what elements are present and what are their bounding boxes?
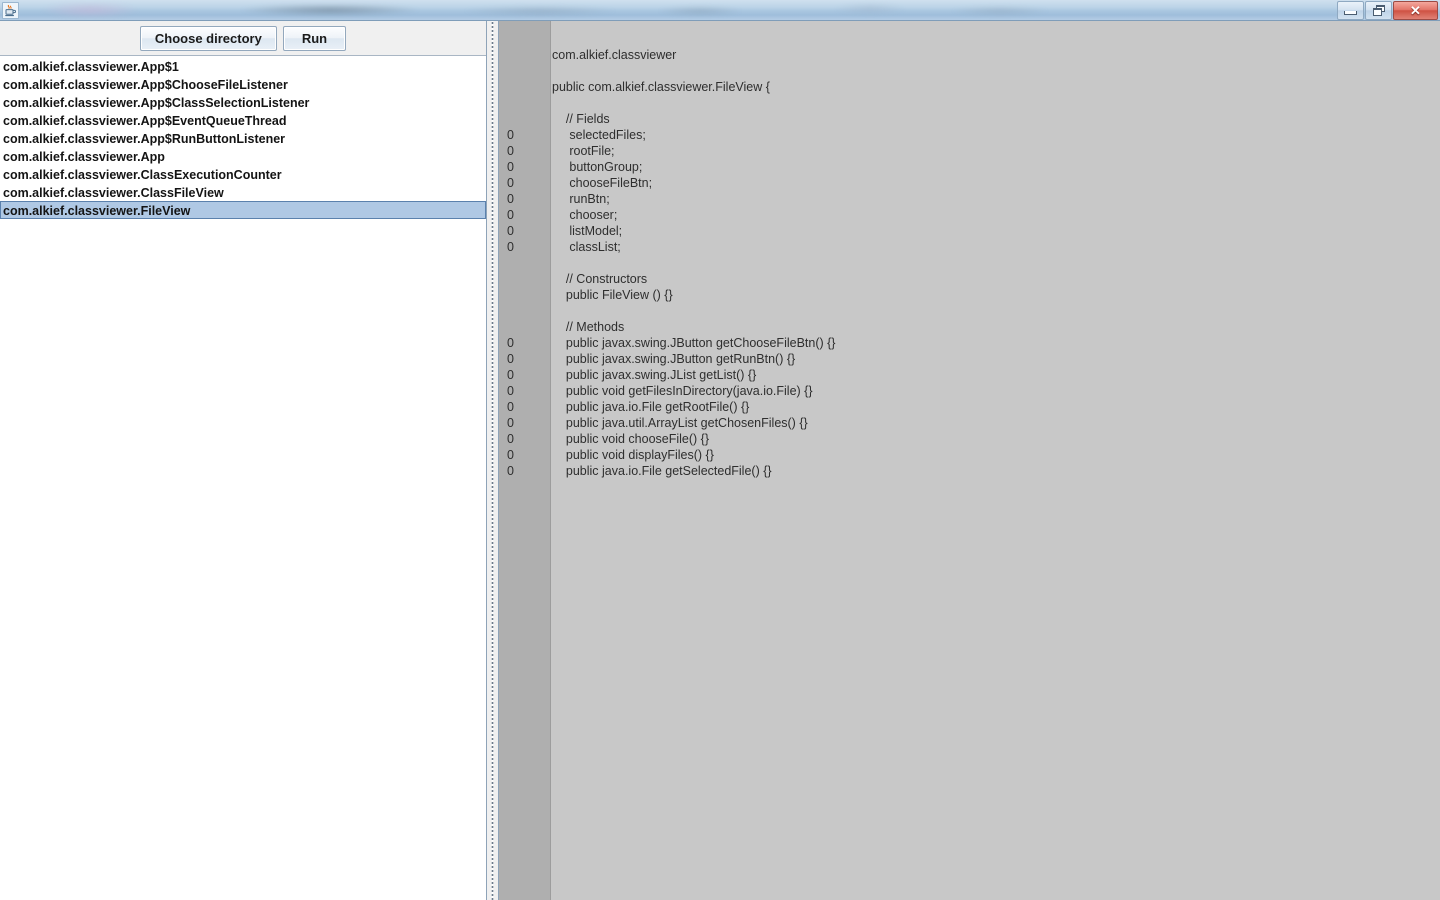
execution-count: 0 [507, 128, 514, 142]
run-button[interactable]: Run [282, 25, 347, 51]
class-list-item[interactable]: com.alkief.classviewer.ClassFileView [0, 183, 486, 201]
code-line: // Constructors [552, 272, 648, 286]
execution-count: 0 [507, 368, 514, 382]
toolbar: Choose directory Run [0, 21, 486, 56]
title-bar-glass-blur [0, 0, 1100, 20]
code-line: classList; [552, 240, 621, 254]
execution-count: 0 [507, 192, 514, 206]
execution-count: 0 [507, 160, 514, 174]
execution-count: 0 [507, 240, 514, 254]
execution-count: 0 [507, 448, 514, 462]
code-line: public void getFilesInDirectory(java.io.… [552, 384, 813, 398]
restore-button[interactable] [1365, 1, 1392, 20]
code-line: // Fields [552, 112, 610, 126]
code-line: chooseFileBtn; [552, 176, 653, 190]
code-line: listModel; [552, 224, 623, 238]
code-line: public java.io.File getSelectedFile() {} [552, 464, 772, 478]
class-list-item[interactable]: com.alkief.classviewer.FileView [0, 201, 486, 219]
execution-count: 0 [507, 400, 514, 414]
divider-grip-icon [491, 21, 494, 900]
minimize-icon [1344, 11, 1357, 15]
execution-count: 0 [507, 352, 514, 366]
class-list[interactable]: com.alkief.classviewer.App$1 com.alkief.c… [0, 57, 486, 900]
execution-count: 0 [507, 176, 514, 190]
code-line: rootFile; [552, 144, 615, 158]
execution-count: 0 [507, 144, 514, 158]
execution-count: 0 [507, 464, 514, 478]
execution-count: 0 [507, 224, 514, 238]
application-window: ✕ Choose directory Run com.alkief.classv… [0, 0, 1440, 900]
code-line: runBtn; [552, 192, 610, 206]
code-line: public javax.swing.JButton getChooseFile… [552, 336, 836, 350]
minimize-button[interactable] [1337, 1, 1364, 20]
code-line: public com.alkief.classviewer.FileView { [552, 80, 770, 94]
title-bar[interactable]: ✕ [0, 0, 1440, 21]
code-line: public void chooseFile() {} [552, 432, 710, 446]
code-line: public FileView () {} [552, 288, 673, 302]
class-source-view[interactable]: com.alkief.classviewer public com.alkief.… [552, 21, 1440, 900]
code-line: // Methods [552, 320, 625, 334]
execution-count: 0 [507, 336, 514, 350]
class-list-item[interactable]: com.alkief.classviewer.App$EventQueueThr… [0, 111, 486, 129]
class-list-item[interactable]: com.alkief.classviewer.App$RunButtonList… [0, 129, 486, 147]
class-list-item[interactable]: com.alkief.classviewer.ClassExecutionCou… [0, 165, 486, 183]
window-content: Choose directory Run com.alkief.classvie… [0, 21, 1440, 900]
java-coffee-cup-icon[interactable] [2, 2, 19, 19]
execution-count: 0 [507, 432, 514, 446]
code-line: chooser; [552, 208, 618, 222]
split-pane-divider[interactable] [487, 21, 498, 900]
execution-counter-gutter: 0 0 0 0 0 0 0 0 0 0 0 0 0 0 0 0 0 [499, 21, 551, 900]
class-list-item[interactable]: com.alkief.classviewer.App$ChooseFileLis… [0, 75, 486, 93]
left-pane: Choose directory Run com.alkief.classvie… [0, 21, 487, 900]
code-pane: 0 0 0 0 0 0 0 0 0 0 0 0 0 0 0 0 0 com.alkief.classviewer… [498, 21, 1440, 900]
code-line: public javax.swing.JButton getRunBtn() {… [552, 352, 796, 366]
restore-icon [1372, 5, 1385, 16]
execution-count: 0 [507, 208, 514, 222]
execution-count: 0 [507, 416, 514, 430]
close-button[interactable]: ✕ [1393, 1, 1438, 20]
choose-directory-button[interactable]: Choose directory [139, 25, 277, 51]
code-line: public javax.swing.JList getList() {} [552, 368, 757, 382]
close-icon: ✕ [1410, 3, 1421, 18]
code-line: selectedFiles; [552, 128, 646, 142]
code-line: com.alkief.classviewer [552, 48, 677, 62]
window-controls: ✕ [1337, 1, 1438, 20]
class-list-item[interactable]: com.alkief.classviewer.App$1 [0, 57, 486, 75]
code-line: public java.io.File getRootFile() {} [552, 400, 750, 414]
execution-count: 0 [507, 384, 514, 398]
code-line: public void displayFiles() {} [552, 448, 714, 462]
code-line: buttonGroup; [552, 160, 643, 174]
class-list-item[interactable]: com.alkief.classviewer.App$ClassSelectio… [0, 93, 486, 111]
class-list-item[interactable]: com.alkief.classviewer.App [0, 147, 486, 165]
code-line: public java.util.ArrayList getChosenFile… [552, 416, 808, 430]
